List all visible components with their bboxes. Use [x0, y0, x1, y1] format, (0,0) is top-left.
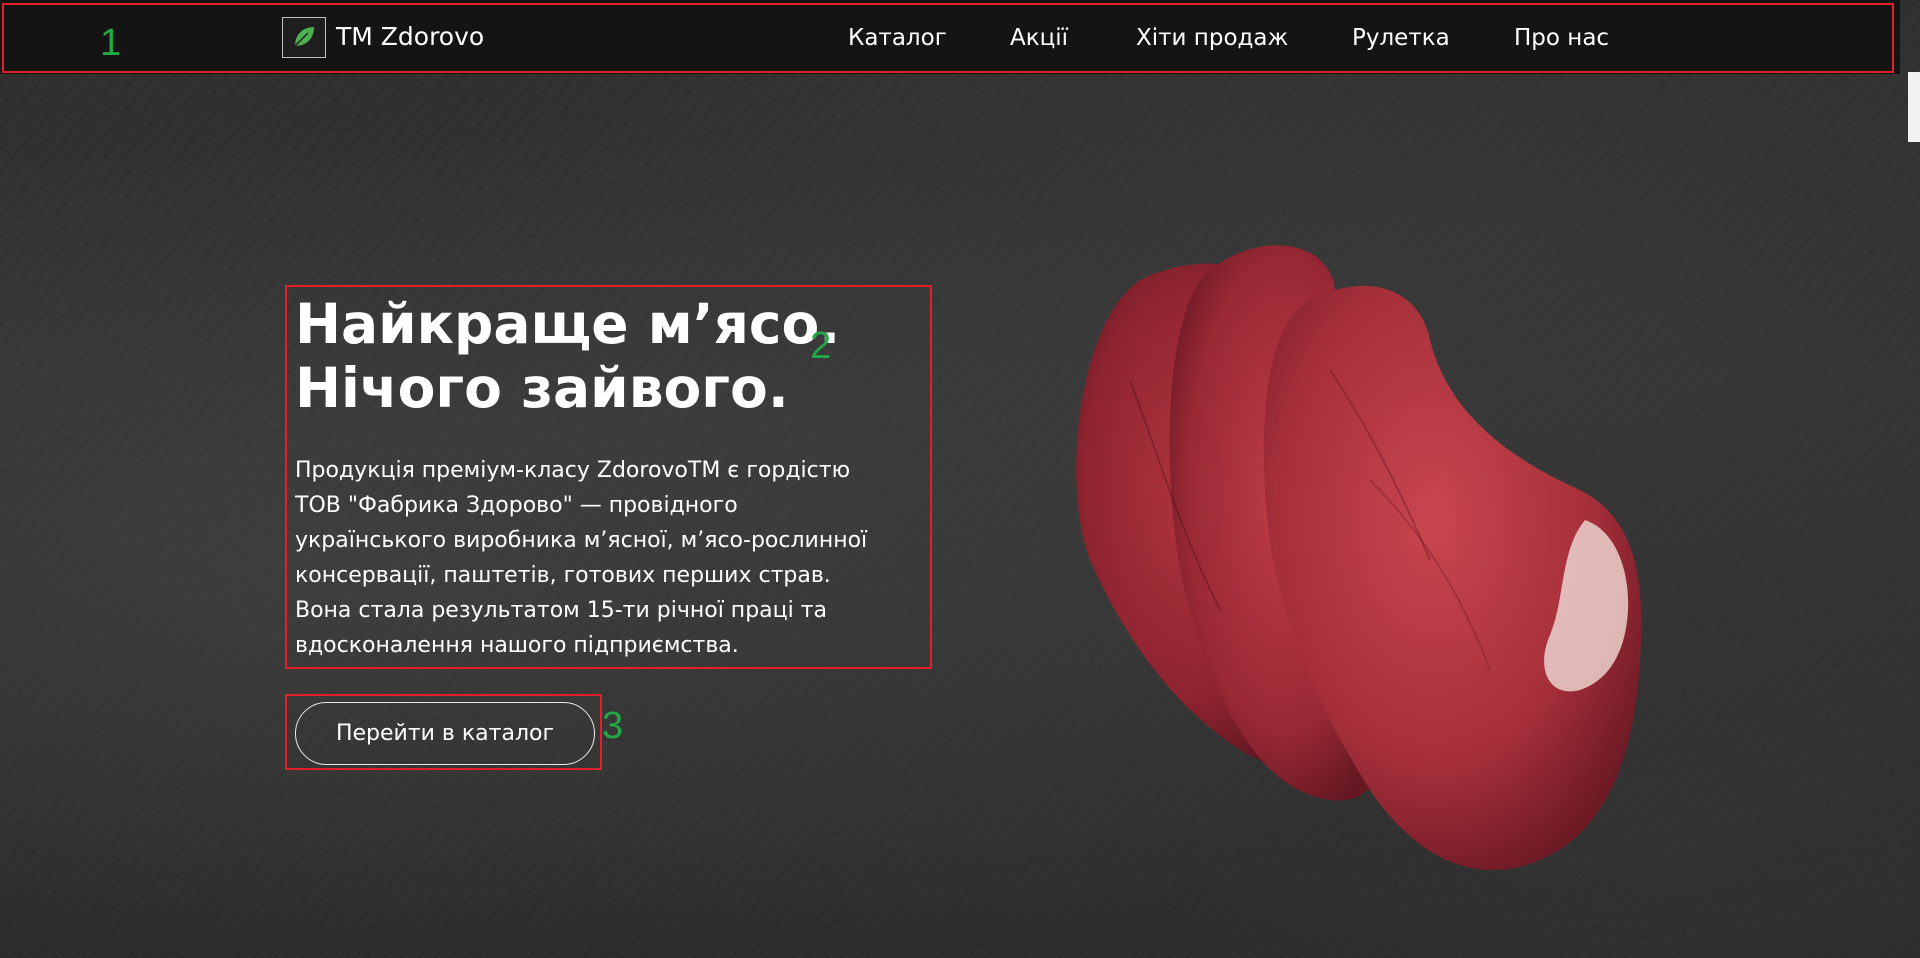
brand-name[interactable]: ТМ Zdorovo	[336, 22, 484, 51]
nav-link-bestsellers[interactable]: Хіти продаж	[1136, 25, 1288, 51]
nav-link-roulette[interactable]: Рулетка	[1352, 25, 1450, 51]
hero-headline: Найкраще м’ясо. Нічого зайвого.	[295, 292, 935, 420]
intro-line: українського виробника м’ясної, м’ясо-ро…	[295, 528, 868, 553]
headline-line-2: Нічого зайвого.	[295, 356, 789, 420]
intro-line: ТОВ "Фабрика Здорово" — провідного	[295, 493, 738, 518]
meat-steaks-image	[1076, 245, 1642, 870]
nav-link-about[interactable]: Про нас	[1514, 25, 1609, 51]
headline-line-1: Найкраще м’ясо.	[295, 292, 841, 356]
go-to-catalog-button[interactable]: Перейти в каталог	[295, 702, 595, 765]
annotation-number-1: 1	[100, 22, 122, 64]
intro-line: консервації, паштетів, готових перших ст…	[295, 563, 831, 588]
logo-icon[interactable]	[282, 17, 326, 58]
nav-link-catalog[interactable]: Каталог	[848, 25, 947, 51]
intro-line: Вона стала результатом 15-ти річної прац…	[295, 598, 828, 623]
annotation-number-2: 2	[810, 325, 832, 367]
scrollbar-thumb[interactable]	[1908, 72, 1920, 142]
intro-line: вдосконалення нашого підприємства.	[295, 633, 739, 658]
hero-intro-text: Продукція преміум-класу ZdorovoTM є горд…	[295, 453, 935, 663]
nav-link-promotions[interactable]: Акції	[1010, 25, 1068, 51]
annotation-number-3: 3	[602, 705, 624, 747]
intro-line: Продукція преміум-класу ZdorovoTM є горд…	[295, 458, 851, 483]
top-navbar: ТМ Zdorovo Каталог Акції Хіти продаж Рул…	[0, 0, 1900, 74]
